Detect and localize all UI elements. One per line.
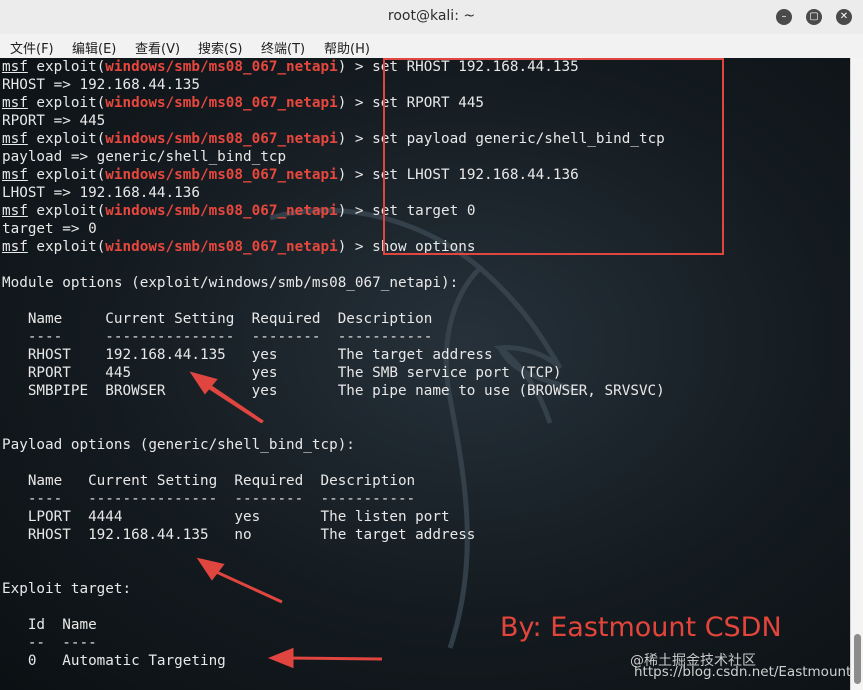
arrow-icon bbox=[189, 371, 264, 424]
annotation-arrows bbox=[189, 371, 383, 669]
watermark-url: https://blog.csdn.net/Eastmount bbox=[634, 664, 852, 680]
arrow-icon bbox=[196, 557, 283, 604]
arrow-icon bbox=[267, 647, 383, 669]
author-signature: By: Eastmount CSDN bbox=[500, 612, 782, 643]
